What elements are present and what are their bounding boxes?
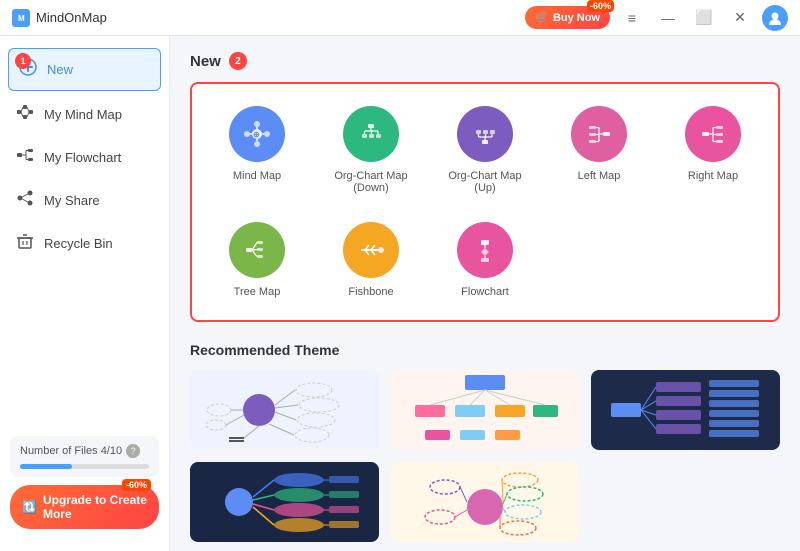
recommended-grid bbox=[190, 370, 780, 542]
sidebar-new-label: New bbox=[47, 62, 73, 77]
fishbone-icon-circle bbox=[343, 222, 399, 278]
upgrade-label: Upgrade to Create More bbox=[43, 493, 147, 521]
recommended-title: Recommended Theme bbox=[190, 342, 780, 358]
progress-bar-fill bbox=[20, 464, 72, 469]
maximize-button[interactable]: ⬜ bbox=[690, 4, 718, 32]
buy-now-label: Buy Now bbox=[553, 12, 600, 24]
left-map-label: Left Map bbox=[578, 170, 621, 182]
sidebar: 1 New bbox=[0, 36, 170, 551]
sidebar-bottom: Number of Files 4/10 ? 🔃 Upgrade to Crea… bbox=[0, 424, 169, 541]
template-right-map[interactable]: Right Map bbox=[664, 100, 762, 200]
progress-bar-bg bbox=[20, 464, 149, 469]
right-map-icon-circle bbox=[685, 106, 741, 162]
recycle-icon bbox=[16, 232, 34, 255]
minimize-button[interactable]: — bbox=[654, 4, 682, 32]
mind-map-icon bbox=[16, 103, 34, 126]
upgrade-icon: 🔃 bbox=[22, 500, 37, 514]
main-layout: 1 New bbox=[0, 36, 800, 551]
org-chart-up-label: Org-Chart Map (Up) bbox=[442, 170, 528, 194]
mind-map-icon-circle: ⊕ bbox=[229, 106, 285, 162]
sidebar-item-my-flowchart[interactable]: My Flowchart bbox=[0, 136, 169, 179]
buy-now-button[interactable]: 🛒 Buy Now -60% bbox=[525, 6, 610, 29]
file-count-box: Number of Files 4/10 ? bbox=[10, 436, 159, 477]
titlebar-left: M MindOnMap bbox=[12, 9, 107, 27]
new-section-header: New 2 bbox=[190, 52, 780, 70]
sidebar-item-new[interactable]: 1 New bbox=[8, 48, 161, 91]
org-chart-down-icon-circle bbox=[343, 106, 399, 162]
avatar[interactable] bbox=[762, 5, 788, 31]
flowchart-icon bbox=[16, 146, 34, 169]
left-map-icon-circle bbox=[571, 106, 627, 162]
help-icon[interactable]: ? bbox=[126, 444, 140, 458]
titlebar-right: 🛒 Buy Now -60% ≡ — ⬜ ✕ bbox=[525, 4, 788, 32]
file-count-text: Number of Files 4/10 bbox=[20, 445, 122, 457]
tree-map-label: Tree Map bbox=[234, 286, 281, 298]
new-section-badge: 2 bbox=[229, 52, 247, 70]
template-fishbone[interactable]: Fishbone bbox=[322, 216, 420, 304]
sidebar-new-badge: 1 bbox=[15, 53, 31, 69]
sidebar-item-my-mind-map[interactable]: My Mind Map bbox=[0, 93, 169, 136]
org-chart-up-icon-circle bbox=[457, 106, 513, 162]
share-icon bbox=[16, 189, 34, 212]
tree-map-icon-circle bbox=[229, 222, 285, 278]
template-org-chart-down[interactable]: Org-Chart Map (Down) bbox=[322, 100, 420, 200]
app-title: MindOnMap bbox=[36, 10, 107, 25]
close-button[interactable]: ✕ bbox=[726, 4, 754, 32]
rec-theme-4[interactable] bbox=[190, 462, 379, 542]
rec-theme-3[interactable] bbox=[591, 370, 780, 450]
titlebar: M MindOnMap 🛒 Buy Now -60% ≡ — ⬜ ✕ bbox=[0, 0, 800, 36]
sidebar-item-my-share[interactable]: My Share bbox=[0, 179, 169, 222]
rec-theme-5[interactable] bbox=[391, 462, 580, 542]
content-area: New 2 bbox=[170, 36, 800, 551]
flowchart-icon-circle bbox=[457, 222, 513, 278]
org-chart-down-label: Org-Chart Map (Down) bbox=[328, 170, 414, 194]
svg-text:⊕: ⊕ bbox=[253, 130, 260, 139]
templates-container: ⊕ Mind Map bbox=[190, 82, 780, 322]
template-left-map[interactable]: Left Map bbox=[550, 100, 648, 200]
sidebar-recycle-label: Recycle Bin bbox=[44, 236, 113, 251]
template-tree-map[interactable]: Tree Map bbox=[208, 216, 306, 304]
rec-theme-2[interactable] bbox=[391, 370, 580, 450]
svg-text:M: M bbox=[18, 14, 25, 23]
file-count-label: Number of Files 4/10 ? bbox=[20, 444, 149, 458]
flowchart-label: Flowchart bbox=[461, 286, 509, 298]
buy-badge: -60% bbox=[587, 0, 614, 12]
new-section-title: New bbox=[190, 53, 221, 70]
sidebar-flowchart-label: My Flowchart bbox=[44, 150, 121, 165]
template-flowchart[interactable]: Flowchart bbox=[436, 216, 534, 304]
sidebar-share-label: My Share bbox=[44, 193, 100, 208]
sidebar-mind-map-label: My Mind Map bbox=[44, 107, 122, 122]
templates-grid: ⊕ Mind Map bbox=[208, 100, 762, 304]
mind-map-label: Mind Map bbox=[233, 170, 281, 182]
app-logo: M bbox=[12, 9, 30, 27]
right-map-label: Right Map bbox=[688, 170, 738, 182]
rec-theme-1[interactable] bbox=[190, 370, 379, 450]
fishbone-label: Fishbone bbox=[348, 286, 393, 298]
menu-button[interactable]: ≡ bbox=[618, 4, 646, 32]
template-mind-map[interactable]: ⊕ Mind Map bbox=[208, 100, 306, 200]
template-org-chart-up[interactable]: Org-Chart Map (Up) bbox=[436, 100, 534, 200]
upgrade-button[interactable]: 🔃 Upgrade to Create More -60% bbox=[10, 485, 159, 529]
sidebar-item-recycle-bin[interactable]: Recycle Bin bbox=[0, 222, 169, 265]
upgrade-badge: -60% bbox=[122, 479, 151, 491]
